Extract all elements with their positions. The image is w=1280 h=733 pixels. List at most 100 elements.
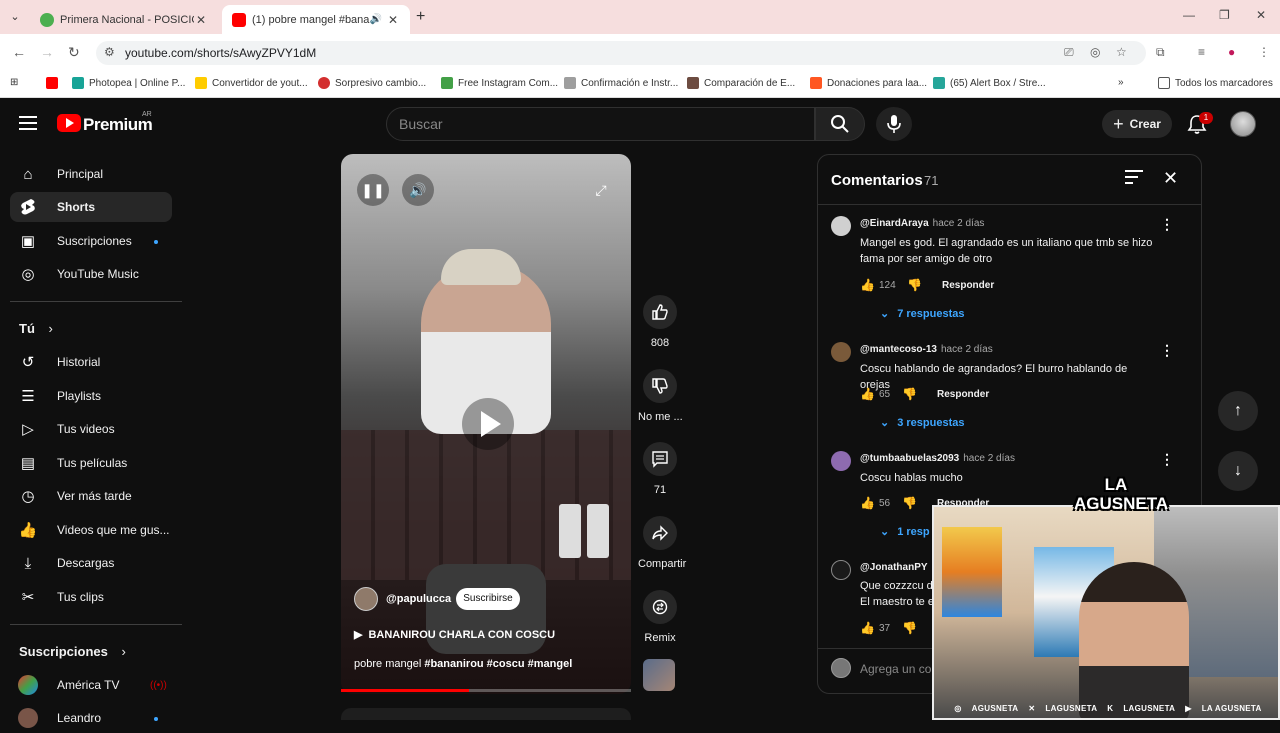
next-short-preview[interactable] [341, 708, 631, 720]
bookmark-comparacion[interactable]: Comparación de E... [687, 77, 795, 89]
close-tab-icon[interactable]: ✕ [386, 13, 400, 27]
channel-avatar[interactable] [354, 587, 378, 611]
comment-dislike-icon[interactable]: 👎 [907, 278, 922, 292]
share-button[interactable]: Compartir [638, 516, 686, 570]
comment-author[interactable]: @mantecoso-13 hace 2 días [860, 344, 993, 355]
close-icon[interactable]: ✕ [1163, 168, 1178, 189]
sidebar-sub-leandro[interactable]: Leandro [10, 703, 172, 733]
sidebar-sub-america-tv[interactable]: América TV ((•)) [10, 670, 172, 700]
sidebar-item-suscripciones[interactable]: ▣ Suscripciones [10, 226, 172, 256]
comment-menu-icon[interactable]: ⋮ [1160, 216, 1174, 233]
sidebar-item-shorts[interactable]: Shorts [10, 192, 172, 222]
install-icon[interactable]: ⎚ [1064, 45, 1074, 60]
eye-off-icon[interactable]: ◎ [1090, 45, 1100, 59]
account-avatar[interactable] [1230, 111, 1256, 137]
next-short-arrow-icon[interactable]: ↓ [1218, 451, 1258, 491]
extensions-icon[interactable]: ⧉ [1156, 45, 1165, 60]
previous-short-arrow-icon[interactable]: ↑ [1218, 391, 1258, 431]
site-info-icon[interactable]: ⚙ [104, 45, 115, 59]
sidebar-item-tus-clips[interactable]: ✂ Tus clips [10, 582, 172, 612]
all-bookmarks[interactable]: Todos los marcadores [1158, 77, 1273, 89]
reply-button[interactable]: Responder [942, 280, 994, 291]
sidebar-item-tus-peliculas[interactable]: ▤ Tus películas [10, 448, 172, 478]
add-comment-input[interactable]: Agrega un con [860, 662, 938, 676]
fullscreen-icon[interactable]: ⤢ [585, 174, 617, 206]
voice-search-button[interactable] [876, 107, 912, 141]
view-replies-button[interactable]: ⌄ 1 resp [880, 525, 930, 538]
apps-icon[interactable]: ⊞ [10, 77, 18, 88]
comment-like-icon[interactable]: 👍 [860, 621, 875, 635]
back-icon[interactable]: ← [12, 44, 26, 60]
media-icon[interactable]: ≡ [1198, 45, 1205, 59]
playlist-link[interactable]: ▶ BANANIROU CHARLA CON COSCU [354, 628, 555, 641]
remix-button[interactable]: Remix [638, 590, 682, 644]
create-button[interactable]: + Crear [1102, 110, 1172, 138]
browser-menu-icon[interactable]: ⋮ [1258, 45, 1270, 59]
volume-icon[interactable]: 🔊 [402, 174, 434, 206]
bookmark-star-icon[interactable]: ☆ [1116, 45, 1127, 59]
bookmark-alertbox[interactable]: (65) Alert Box / Stre... [933, 77, 1046, 89]
youtube-logo-icon[interactable] [57, 114, 81, 132]
new-tab-icon[interactable]: + [416, 8, 425, 26]
more-bookmarks-icon[interactable]: » [1118, 77, 1124, 88]
bookmark-convertidor[interactable]: Convertidor de yout... [195, 77, 308, 89]
sidebar-item-tus-videos[interactable]: ▷ Tus videos [10, 414, 172, 444]
audio-source-thumbnail[interactable] [643, 659, 675, 691]
comments-button[interactable]: 71 [638, 442, 682, 496]
tab-search-icon[interactable]: ⌄ [6, 8, 24, 26]
subscribe-button[interactable]: Suscribirse [456, 588, 520, 610]
browser-tab-youtube[interactable]: (1) pobre mangel #bananirou 🔊 ✕ [222, 5, 410, 34]
comment-avatar[interactable] [831, 216, 851, 236]
search-box[interactable] [386, 107, 815, 141]
forward-icon[interactable]: → [40, 44, 54, 60]
hashtags[interactable]: #bananirou #coscu #mangel [424, 658, 572, 670]
sort-icon[interactable] [1125, 170, 1143, 186]
dislike-button[interactable]: No me ... [638, 369, 683, 423]
comment-avatar[interactable] [831, 342, 851, 362]
sidebar-item-historial[interactable]: ↺ Historial [10, 347, 172, 377]
comment-author[interactable]: @JonathanPY [860, 562, 928, 573]
sidebar-item-youtube-music[interactable]: ◎ YouTube Music [10, 259, 172, 289]
search-input[interactable] [387, 108, 787, 140]
comment-like-icon[interactable]: 👍 [860, 387, 875, 401]
browser-tab-primera-nacional[interactable]: Primera Nacional - POSICIONES ✕ [30, 5, 218, 34]
speaker-icon[interactable]: 🔊 [370, 14, 382, 25]
pause-icon[interactable]: ❚❚ [357, 174, 389, 206]
sidebar-item-liked-videos[interactable]: 👍 Videos que me gus... [10, 515, 172, 545]
comment-like-icon[interactable]: 👍 [860, 496, 875, 510]
sidebar-item-playlists[interactable]: ☰ Playlists [10, 381, 172, 411]
close-tab-icon[interactable]: ✕ [194, 13, 208, 27]
menu-icon[interactable] [19, 116, 37, 130]
sidebar-subscriptions-header[interactable]: Suscripciones › [19, 644, 126, 659]
comment-menu-icon[interactable]: ⋮ [1160, 342, 1174, 359]
minimize-icon[interactable]: — [1183, 8, 1195, 22]
view-replies-button[interactable]: ⌄ 3 respuestas [880, 416, 964, 429]
comment-dislike-icon[interactable]: 👎 [902, 387, 917, 401]
comment-dislike-icon[interactable]: 👎 [902, 621, 917, 635]
bookmark-instagram[interactable]: Free Instagram Com... [441, 77, 558, 89]
profile-icon[interactable]: ● [1228, 45, 1235, 59]
view-replies-button[interactable]: ⌄ 7 respuestas [880, 307, 964, 320]
bookmark-sorpresivo[interactable]: Sorpresivo cambio... [318, 77, 426, 89]
play-icon[interactable] [462, 398, 514, 450]
comment-author[interactable]: @EinardAraya hace 2 días [860, 218, 984, 229]
search-button[interactable] [815, 107, 865, 141]
restore-icon[interactable]: ❐ [1219, 8, 1230, 22]
sidebar-item-descargas[interactable]: ⤓ Descargas [10, 548, 172, 578]
youtube-bookmark-icon[interactable] [46, 77, 63, 89]
comment-author[interactable]: @tumbaabuelas2093 hace 2 días [860, 453, 1015, 464]
channel-name[interactable]: @papulucca [386, 593, 451, 605]
bookmark-photopea[interactable]: Photopea | Online P... [72, 77, 185, 89]
video-progress-bar[interactable] [341, 689, 631, 692]
bookmark-donaciones[interactable]: Donaciones para laa... [810, 77, 927, 89]
logo-text[interactable]: Premium [83, 115, 153, 135]
comment-avatar[interactable] [831, 560, 851, 580]
comment-dislike-icon[interactable]: 👎 [902, 496, 917, 510]
comment-avatar[interactable] [831, 451, 851, 471]
reload-icon[interactable]: ↻ [68, 44, 80, 61]
sidebar-item-principal[interactable]: ⌂ Principal [10, 159, 172, 189]
like-button[interactable]: 808 [638, 295, 682, 349]
bookmark-confirmacion[interactable]: Confirmación e Instr... [564, 77, 678, 89]
comment-menu-icon[interactable]: ⋮ [1160, 451, 1174, 468]
comment-like-icon[interactable]: 👍 [860, 278, 875, 292]
